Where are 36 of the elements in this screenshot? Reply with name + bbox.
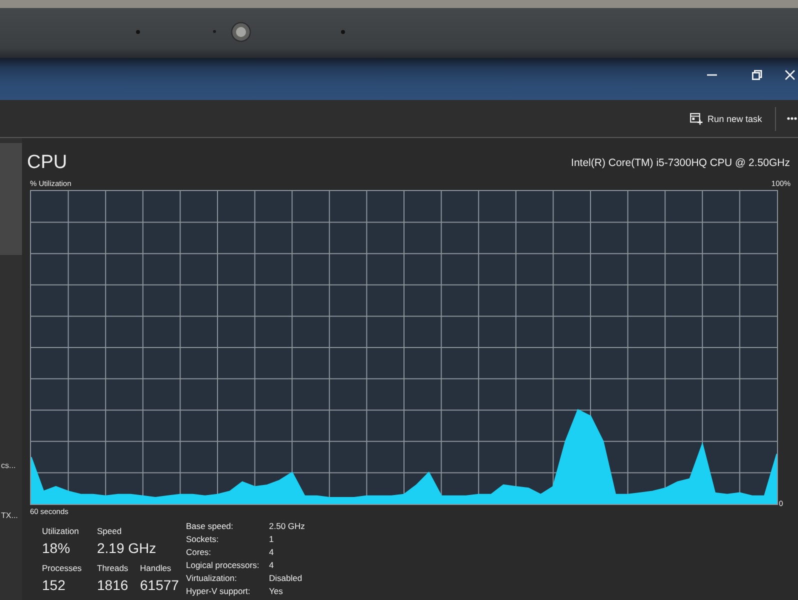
- stat-label: Handles: [140, 562, 172, 574]
- stat-label: Threads: [97, 562, 130, 574]
- detail-label: Cores:: [186, 546, 212, 559]
- detail-label: Virtualization:: [186, 572, 238, 585]
- detail-label: Logical processors:: [186, 559, 260, 572]
- stat-value: 2.19 GHz: [97, 539, 156, 557]
- close-icon[interactable]: [785, 70, 795, 80]
- bezel-dot-icon: [213, 30, 216, 33]
- processor-name: Intel(R) Core(TM) i5-7300HQ CPU @ 2.50GHz: [571, 157, 790, 169]
- bezel-dot-icon: [136, 30, 140, 34]
- cpu-heading: CPU: [27, 152, 68, 174]
- stat-label: Processes: [42, 562, 83, 574]
- stat-value: 18%: [42, 539, 72, 557]
- detail-label: Hyper-V support:: [186, 585, 252, 598]
- detail-value: 4: [269, 559, 275, 572]
- sidebar-item[interactable]: cs...: [0, 440, 22, 490]
- stat-label: Utilization: [42, 525, 80, 537]
- detail-label: Sockets:: [186, 533, 220, 546]
- minimize-icon[interactable]: [707, 74, 717, 76]
- stat-value: 61577: [140, 576, 179, 594]
- restore-icon[interactable]: [752, 70, 762, 80]
- bezel-dot-icon: [341, 30, 345, 34]
- detail-value: 2.50 GHz: [269, 520, 305, 533]
- sidebar-item[interactable]: TX...: [0, 490, 22, 540]
- detail-value: Yes: [269, 585, 284, 598]
- stat-value: 1816: [97, 576, 130, 594]
- run-new-task-button[interactable]: Run new task: [686, 108, 766, 128]
- stat-value: 152: [42, 576, 66, 594]
- detail-value: 4: [269, 546, 275, 559]
- more-icon[interactable]: [787, 117, 797, 120]
- detail-value: 1: [269, 533, 275, 546]
- stat-label: Speed: [97, 525, 123, 537]
- window-plus-icon: [690, 112, 704, 124]
- detail-value: Disabled: [269, 572, 304, 585]
- detail-label: Base speed:: [186, 520, 234, 533]
- camera-lens-icon: [231, 22, 251, 42]
